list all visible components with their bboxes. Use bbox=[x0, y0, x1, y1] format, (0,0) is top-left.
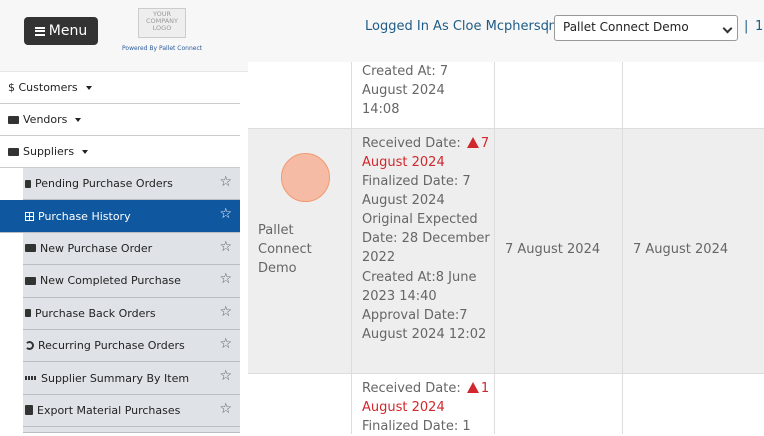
truck-icon bbox=[25, 244, 36, 253]
created-at-line: Created At: 7 bbox=[362, 64, 449, 79]
supplier-cell bbox=[248, 374, 352, 434]
sidebar-section-vendors[interactable]: Vendors bbox=[0, 104, 240, 136]
logged-in-user[interactable]: Logged In As Cloe Mcpherson bbox=[365, 19, 557, 34]
table-row: Created At: 7 August 2024 14:08 bbox=[248, 62, 764, 129]
document-icon bbox=[25, 309, 31, 318]
company-logo[interactable]: YOUR COMPANY LOGO bbox=[138, 8, 186, 38]
chevron-down-icon bbox=[722, 23, 733, 34]
sidebar-section-suppliers[interactable]: Suppliers bbox=[0, 136, 240, 168]
sidebar-item-label: Purchase Back Orders bbox=[35, 306, 156, 320]
table-cell bbox=[495, 374, 623, 434]
received-date: Received Date: 7 August 2024 bbox=[362, 136, 490, 170]
star-icon[interactable]: ☆ bbox=[219, 401, 232, 417]
sync-icon bbox=[25, 341, 34, 351]
separator: | bbox=[545, 19, 550, 34]
sidebar-item-label: Supplier Summary By Item bbox=[41, 371, 190, 385]
sidebar-item-purchase-back-orders[interactable]: Purchase Back Orders ☆ bbox=[23, 297, 240, 330]
star-icon[interactable]: ☆ bbox=[219, 271, 232, 287]
header-extra-link[interactable]: 1! bbox=[755, 19, 764, 34]
sidebar-item-partial bbox=[23, 427, 240, 434]
table-cell bbox=[495, 62, 623, 128]
table-cell bbox=[623, 62, 764, 128]
created-at-date: August 2024 bbox=[362, 83, 445, 98]
star-icon[interactable]: ☆ bbox=[219, 239, 232, 255]
star-icon[interactable]: ☆ bbox=[219, 336, 232, 352]
warning-icon bbox=[466, 382, 479, 393]
powered-by-text: Powered By Pallet Connect bbox=[122, 45, 203, 52]
original-expected-date: Original Expected Date: 28 December 2022 bbox=[362, 212, 490, 265]
caret-down-icon bbox=[75, 117, 82, 122]
sidebar-item-new-completed-purchase[interactable]: New Completed Purchase ☆ bbox=[23, 265, 240, 298]
approval-date: Approval Date:7 August 2024 12:02 bbox=[362, 308, 487, 342]
sidebar-item-label: Pending Purchase Orders bbox=[35, 177, 173, 191]
sidebar-item-label: New Purchase Order bbox=[40, 241, 153, 255]
created-at: Created At:8 June 2023 14:40 bbox=[362, 270, 477, 304]
supplier-cell bbox=[248, 62, 352, 128]
star-icon[interactable]: ☆ bbox=[219, 368, 232, 384]
warning-icon bbox=[466, 137, 479, 148]
sidebar-item-label: Purchase History bbox=[38, 209, 131, 223]
dates-cell: Created At: 7 August 2024 14:08 bbox=[352, 62, 495, 128]
sidebar-section-label: Vendors bbox=[23, 113, 68, 126]
menu-button-label: Menu bbox=[48, 23, 88, 39]
company-select-value: Pallet Connect Demo bbox=[563, 20, 689, 34]
sidebar-item-label: Export Material Purchases bbox=[37, 403, 181, 417]
sidebar-section-label: $ Customers bbox=[8, 81, 78, 94]
purchase-history-table: Created At: 7 August 2024 14:08 Pallet C… bbox=[248, 62, 764, 434]
date-value: 7 August 2024 bbox=[633, 242, 729, 257]
truck-icon bbox=[25, 276, 36, 285]
export-icon bbox=[25, 405, 33, 416]
sidebar-item-purchase-history[interactable]: Purchase History ☆ bbox=[0, 200, 240, 233]
document-icon bbox=[25, 179, 31, 188]
company-select[interactable]: Pallet Connect Demo bbox=[554, 15, 738, 41]
supplier-name: Pallet Connect Demo bbox=[258, 223, 312, 276]
star-icon[interactable]: ☆ bbox=[219, 304, 232, 320]
caret-down-icon bbox=[82, 149, 89, 154]
sidebar-item-label: Recurring Purchase Orders bbox=[38, 339, 185, 353]
table-cell bbox=[623, 374, 764, 434]
truck-icon bbox=[8, 115, 19, 124]
separator: | bbox=[744, 19, 749, 34]
received-date: Received Date: 1 bbox=[362, 381, 490, 396]
sidebar-item-label: New Completed Purchase bbox=[40, 274, 181, 288]
table-cell: 7 August 2024 bbox=[495, 129, 623, 373]
date-value: 7 August 2024 bbox=[505, 242, 601, 257]
barcode-icon bbox=[25, 376, 37, 381]
sidebar-item-supplier-summary-by-item[interactable]: Supplier Summary By Item ☆ bbox=[23, 362, 240, 395]
sidebar-item-export-material-purchases[interactable]: Export Material Purchases ☆ bbox=[23, 394, 240, 428]
table-icon bbox=[25, 211, 34, 221]
sidebar-section-customers[interactable]: $ Customers bbox=[0, 72, 240, 104]
truck-icon bbox=[8, 147, 19, 156]
dates-cell: Received Date: 1 August 2024 Finalized D… bbox=[352, 374, 495, 434]
table-cell: 7 August 2024 bbox=[623, 129, 764, 373]
hamburger-icon bbox=[34, 26, 45, 36]
sidebar-section-label: Suppliers bbox=[23, 145, 75, 158]
sidebar-item-pending-purchase-orders[interactable]: Pending Purchase Orders ☆ bbox=[23, 168, 240, 201]
sidebar: $ Customers Vendors Suppliers Pending Pu… bbox=[0, 72, 240, 434]
table-row[interactable]: Received Date: 1 August 2024 Finalized D… bbox=[248, 374, 764, 434]
star-icon[interactable]: ☆ bbox=[219, 206, 232, 222]
dates-cell: Received Date: 7 August 2024 Finalized D… bbox=[352, 129, 495, 373]
finalized-date: Finalized Date: 7 August 2024 bbox=[362, 174, 471, 208]
sidebar-item-recurring-purchase-orders[interactable]: Recurring Purchase Orders ☆ bbox=[23, 329, 240, 363]
received-date-rest: August 2024 bbox=[362, 400, 445, 415]
caret-down-icon bbox=[85, 85, 92, 90]
menu-button[interactable]: Menu bbox=[24, 17, 98, 45]
touch-indicator bbox=[281, 153, 330, 202]
star-icon[interactable]: ☆ bbox=[219, 174, 232, 190]
sidebar-item-new-purchase-order[interactable]: New Purchase Order ☆ bbox=[23, 232, 240, 266]
created-at-time: 14:08 bbox=[362, 102, 400, 117]
